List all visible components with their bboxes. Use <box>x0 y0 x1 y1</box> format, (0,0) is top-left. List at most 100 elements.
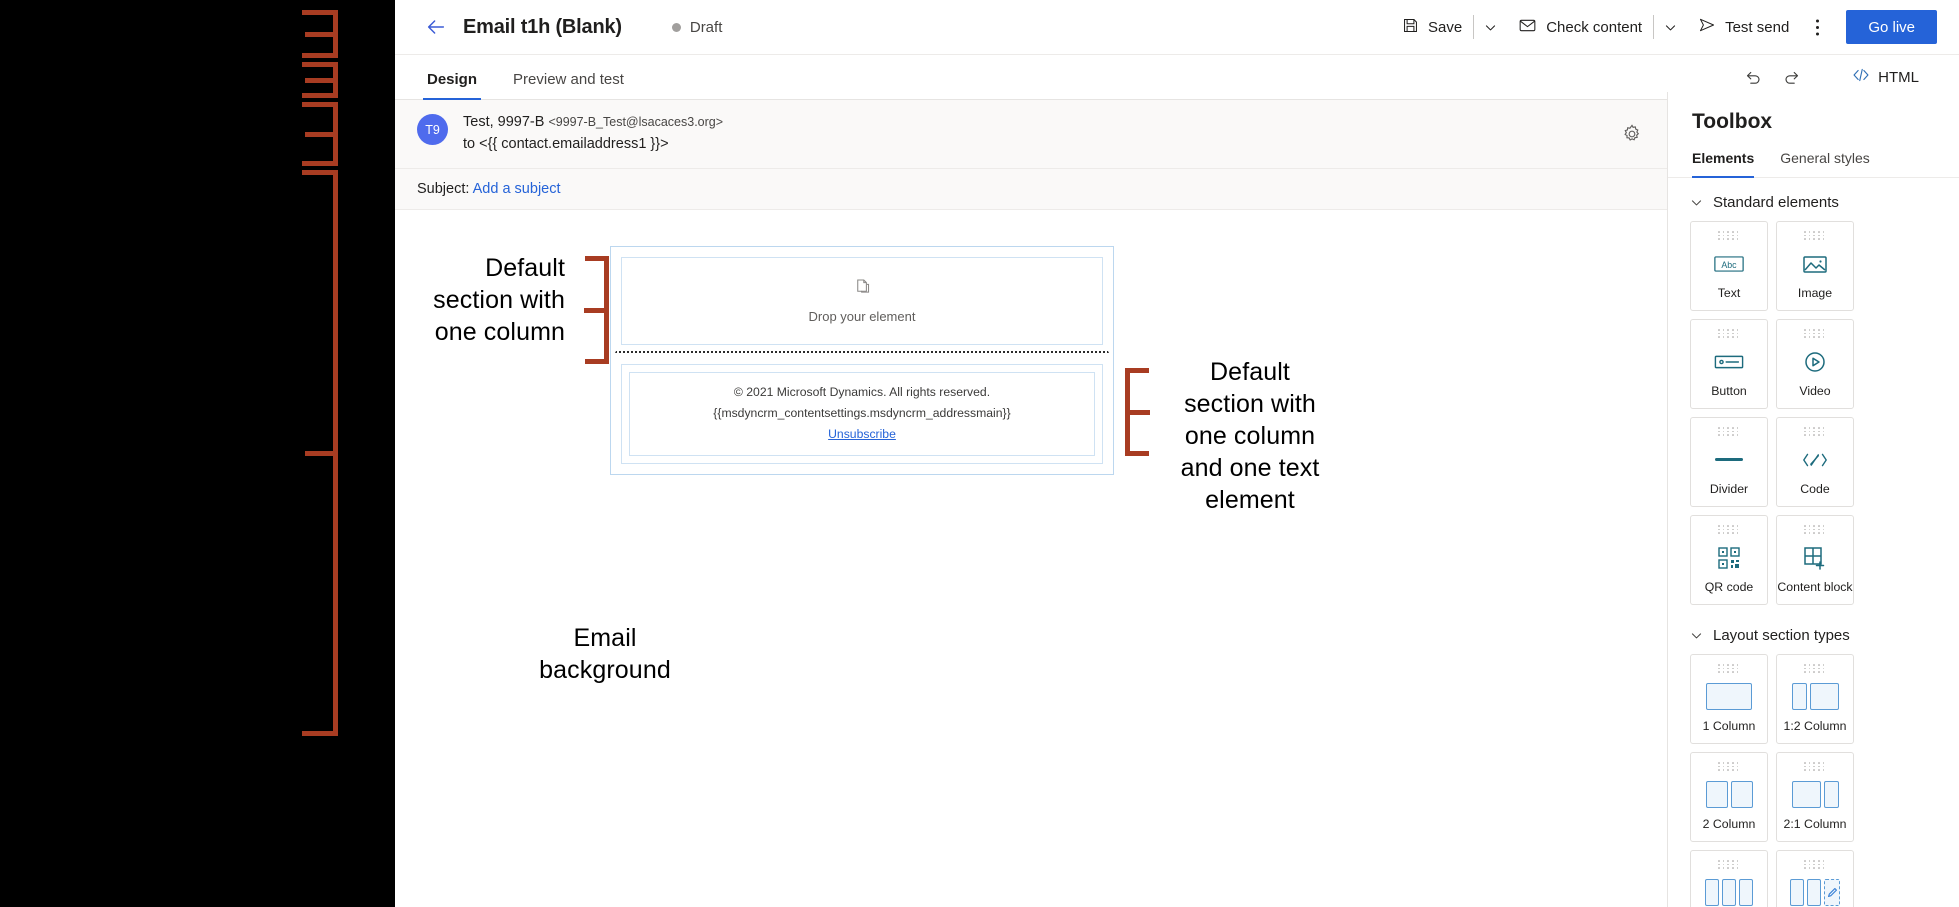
avatar: T9 <box>417 114 448 145</box>
button-icon <box>1714 338 1744 385</box>
tile-button[interactable]: Button <box>1690 319 1768 409</box>
annotation-right-section-label: Default section with one column and one … <box>1180 357 1320 514</box>
drop-zone[interactable]: Drop your element <box>621 256 1103 345</box>
drag-grip-icon <box>1718 762 1740 771</box>
layout-3col-icon <box>1705 869 1753 907</box>
annotation-bracket-command-bar <box>298 10 338 58</box>
add-subject-link[interactable]: Add a subject <box>473 181 561 197</box>
unsubscribe-link[interactable]: Unsubscribe <box>638 424 1086 445</box>
annotation-rail <box>0 0 395 907</box>
drag-grip-icon <box>1804 762 1826 771</box>
from-name: Test, 9997-B <box>463 114 545 130</box>
tile-label: Divider <box>1709 482 1749 497</box>
tile-label: Code <box>1800 482 1830 497</box>
check-content-options-chevron-down-icon[interactable] <box>1653 8 1687 46</box>
tile-qr-code[interactable]: QR code <box>1690 515 1768 605</box>
tile-label: Content block <box>1777 580 1853 595</box>
subject-bar: Subject: Add a subject <box>395 168 1667 210</box>
qr-code-icon <box>1717 534 1741 581</box>
save-button[interactable]: Save <box>1391 8 1473 46</box>
drag-grip-icon <box>1804 329 1826 338</box>
tile-content-block[interactable]: Content block <box>1776 515 1854 605</box>
video-play-icon <box>1803 338 1827 385</box>
tile-label: Image <box>1797 286 1833 301</box>
tab-preview-and-test[interactable]: Preview and test <box>509 71 628 99</box>
group-title: Layout section types <box>1713 627 1850 644</box>
from-line: Test, 9997-B <9997-B_Test@lsacaces3.org> <box>463 112 723 134</box>
drag-grip-icon <box>1718 329 1740 338</box>
tile-3-column[interactable]: 3 Column <box>1690 850 1768 907</box>
group-header-layout-section-types[interactable]: Layout section types <box>1668 605 1959 654</box>
more-commands-icon[interactable] <box>1800 8 1834 46</box>
tile-1-2-column[interactable]: 1:2 Column <box>1776 654 1854 744</box>
tile-custom[interactable]: Custom <box>1776 850 1854 907</box>
tile-video[interactable]: Video <box>1776 319 1854 409</box>
to-line: to <{{ contact.emailaddress1 }}> <box>463 135 669 152</box>
go-live-button[interactable]: Go live <box>1846 10 1937 44</box>
tile-code[interactable]: Code <box>1776 417 1854 507</box>
editor-column: T9 Test, 9997-B <9997-B_Test@lsacaces3.o… <box>395 100 1667 907</box>
envelope-check-icon <box>1518 16 1537 39</box>
tab-general-styles[interactable]: General styles <box>1780 150 1869 177</box>
tile-divider[interactable]: Divider <box>1690 417 1768 507</box>
text-abc-icon: Abc <box>1714 240 1744 287</box>
group-header-standard-elements[interactable]: Standard elements <box>1668 178 1959 221</box>
check-content-label: Check content <box>1546 18 1643 36</box>
code-brackets-icon <box>1852 67 1870 87</box>
status-badge: Draft <box>671 19 722 36</box>
tile-label: 1:2 Column <box>1783 719 1847 734</box>
tab-design[interactable]: Design <box>423 71 482 100</box>
drag-grip-icon <box>1718 525 1740 534</box>
chevron-down-icon <box>1690 196 1703 209</box>
footer-text-element[interactable]: © 2021 Microsoft Dynamics. All rights re… <box>629 371 1095 456</box>
back-icon[interactable] <box>423 14 449 40</box>
tile-1-column[interactable]: 1 Column <box>1690 654 1768 744</box>
from-address: <9997-B_Test@lsacaces3.org> <box>548 115 724 129</box>
redo-icon[interactable] <box>1774 61 1810 93</box>
tile-label: Button <box>1711 384 1747 399</box>
gear-icon[interactable] <box>1621 123 1643 145</box>
tile-image[interactable]: Image <box>1776 221 1854 311</box>
drag-grip-icon <box>1804 860 1826 869</box>
document-copy-icon <box>853 277 872 301</box>
footer-column[interactable]: © 2021 Microsoft Dynamics. All rights re… <box>621 363 1103 464</box>
html-label: HTML <box>1878 68 1919 86</box>
undo-icon[interactable] <box>1734 61 1770 93</box>
tab-elements[interactable]: Elements <box>1692 150 1755 178</box>
test-send-button[interactable]: Test send <box>1687 8 1800 46</box>
annotation-bracket-left-section <box>584 255 609 364</box>
svg-text:Abc: Abc <box>1721 260 1737 270</box>
layout-custom-icon <box>1790 869 1840 907</box>
section-one-column[interactable]: Drop your element <box>615 251 1109 353</box>
layout-2col-icon <box>1705 771 1753 818</box>
tile-2-1-column[interactable]: 2:1 Column <box>1776 752 1854 842</box>
footer-copyright: © 2021 Microsoft Dynamics. All rights re… <box>733 384 991 399</box>
test-send-label: Test send <box>1725 18 1790 36</box>
footer-address-token: {{msdyncrm_contentsettings.msdyncrm_addr… <box>713 405 1011 420</box>
status-dot-icon <box>671 22 681 32</box>
save-icon <box>1402 17 1419 38</box>
toolbox-panel: Toolbox Elements General styles Standard… <box>1667 92 1959 907</box>
annotation-left-section-label: Default section with one column <box>433 253 565 346</box>
html-button[interactable]: HTML <box>1840 61 1931 93</box>
annotation-bracket-footer-section <box>1125 367 1150 456</box>
subject-label: Subject: <box>417 180 470 197</box>
content-block-icon <box>1803 534 1827 581</box>
drag-grip-icon <box>1804 525 1826 534</box>
command-bar: Email t1h (Blank) Draft Save Check conte… <box>395 0 1959 55</box>
tile-2-column[interactable]: 2 Column <box>1690 752 1768 842</box>
drop-zone-label: Drop your element <box>808 309 916 324</box>
annotation-bracket-mail-header <box>298 102 338 166</box>
code-icon <box>1801 436 1829 483</box>
save-options-chevron-down-icon[interactable] <box>1473 8 1507 46</box>
drag-grip-icon <box>1718 231 1740 240</box>
save-label: Save <box>1428 18 1463 36</box>
tile-text[interactable]: Abc Text <box>1690 221 1768 311</box>
mail-header: T9 Test, 9997-B <9997-B_Test@lsacaces3.o… <box>395 100 1667 169</box>
screenshot-root: Email t1h (Blank) Draft Save Check conte… <box>0 0 1959 907</box>
check-content-button[interactable]: Check content <box>1507 8 1653 46</box>
toolbox-tabs: Elements General styles <box>1668 134 1959 178</box>
annotation-bracket-canvas <box>298 170 338 736</box>
section-footer[interactable]: © 2021 Microsoft Dynamics. All rights re… <box>615 353 1109 470</box>
app-window: Email t1h (Blank) Draft Save Check conte… <box>395 0 1959 907</box>
